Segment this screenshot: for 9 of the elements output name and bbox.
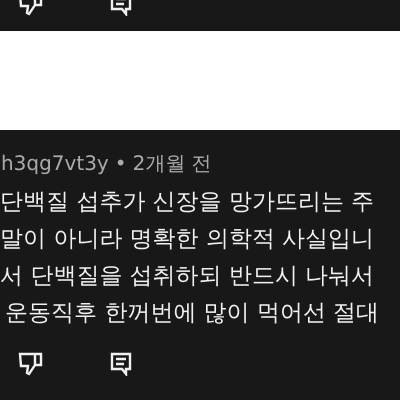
separator-dot: • <box>114 150 127 177</box>
comment-text-line: 운동직후 한꺼번에 많이 먹어선 절대 <box>4 299 380 328</box>
thumbs-down-icon[interactable] <box>18 352 44 376</box>
comment-time: 2개월 전 <box>132 150 212 177</box>
comment-text-line: 말이 아니라 명확한 의학적 사실입니 <box>0 225 374 254</box>
reply-icon[interactable] <box>110 352 132 376</box>
comment-text-line: 단백질 섭추가 신장을 망가뜨리는 주 <box>0 188 374 217</box>
comment-text-line: 서 단백질을 섭취하되 반드시 나눠서 <box>0 262 374 291</box>
comment-author[interactable]: h3qg7vt3y <box>1 148 109 178</box>
